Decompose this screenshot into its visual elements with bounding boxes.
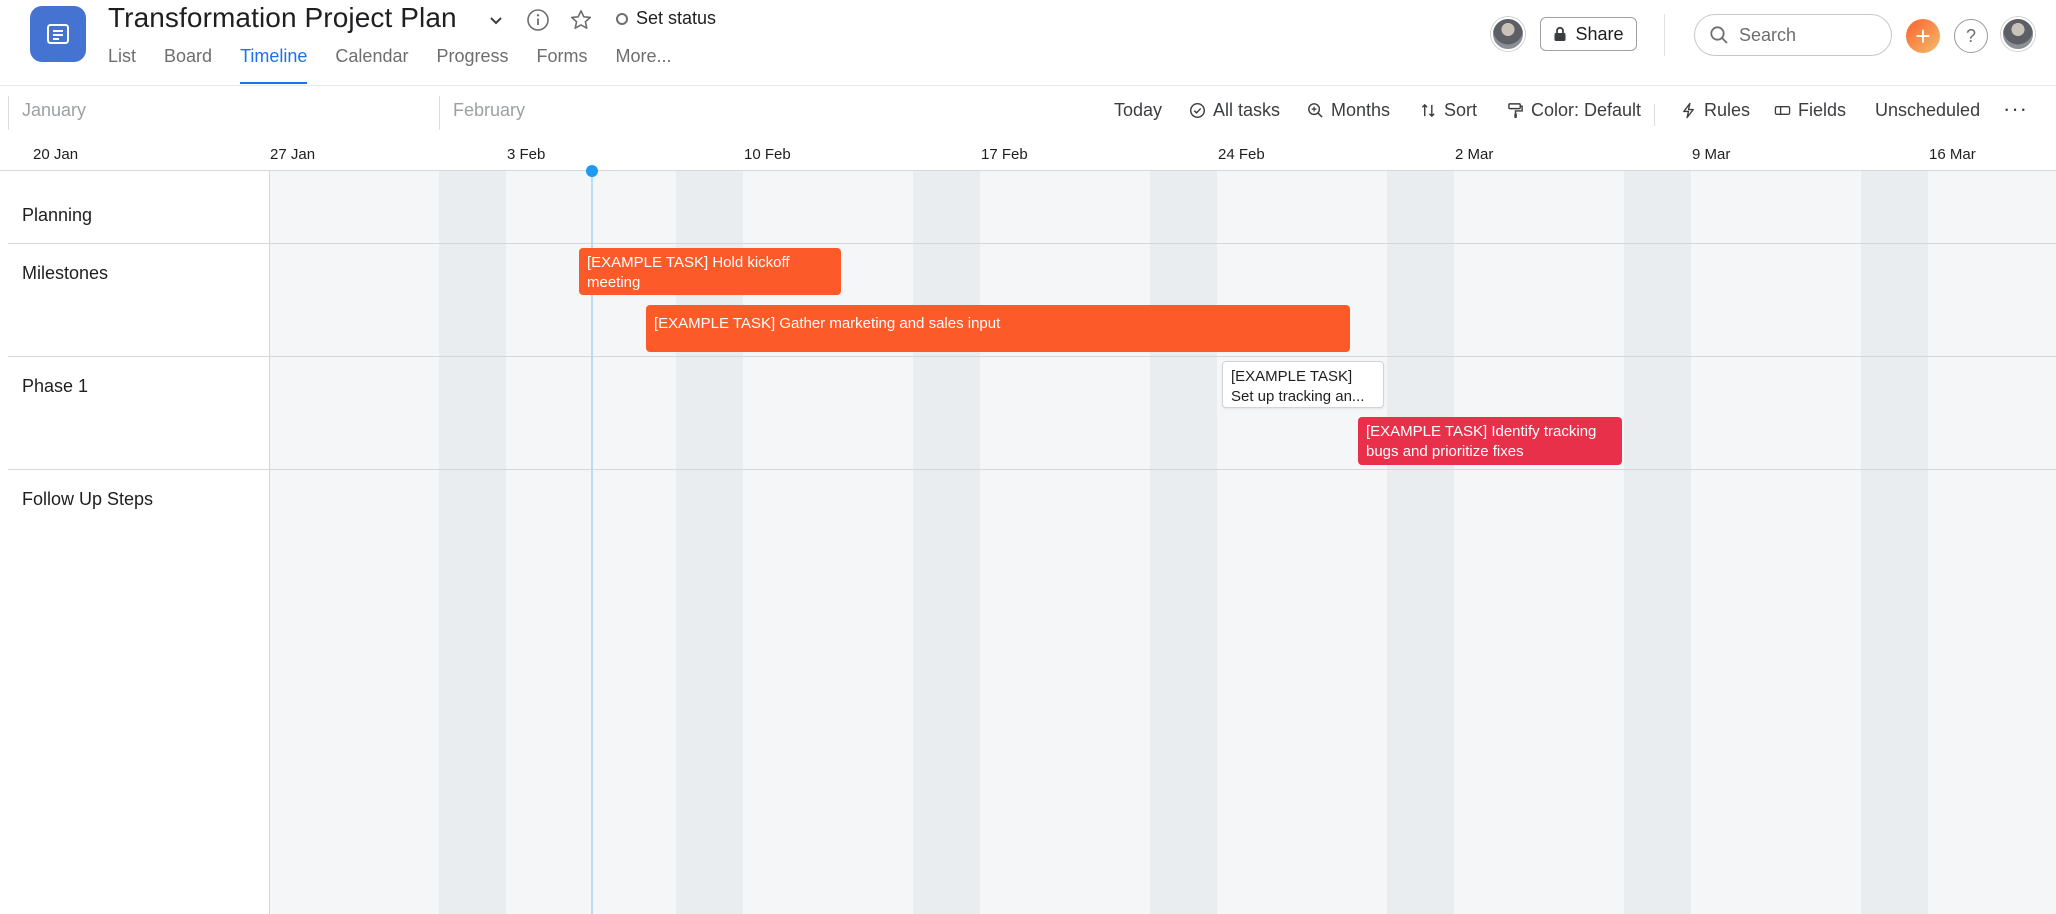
more-options-icon: ··· [2003,96,2028,121]
user-avatar[interactable] [2001,17,2035,51]
task-label-line: [EXAMPLE TASK] [1231,368,1353,385]
task-bar[interactable]: [EXAMPLE TASK] Gather marketing and sale… [646,305,1350,352]
section-label-follow-up-steps[interactable]: Follow Up Steps [22,489,153,510]
all-tasks-label: All tasks [1213,100,1281,120]
section-row-phase-1 [8,357,2056,470]
task-bar[interactable]: [EXAMPLE TASK] Hold kickoff meeting [579,248,841,295]
more-options-button[interactable]: ··· [2003,96,2028,122]
date-label: 9 Mar [1692,146,1731,163]
member-avatar[interactable] [1491,17,1525,51]
fields-button[interactable]: Fields [1774,100,1846,121]
all-tasks-filter[interactable]: All tasks [1189,100,1280,121]
lock-icon [1554,26,1566,41]
lightning-icon [1683,102,1694,119]
sort-icon [1421,103,1435,118]
fields-icon [1774,106,1791,115]
project-header: Transformation Project Plan Set status L… [0,0,2056,86]
status-dot-icon [616,12,628,25]
star-icon[interactable] [567,6,595,34]
task-bar[interactable]: [EXAMPLE TASK] Identify tracking bugs an… [1358,417,1622,465]
timeline-app: Transformation Project Plan Set status L… [0,0,2056,914]
date-label: 3 Feb [507,146,546,163]
unscheduled-label: Unscheduled [1875,100,1981,120]
today-marker [586,165,598,177]
task-label-line: Set up tracking an... [1231,388,1365,405]
sort-label: Sort [1444,100,1478,120]
date-label: 10 Feb [744,146,791,163]
section-label-phase-1[interactable]: Phase 1 [22,376,88,397]
search-input[interactable]: Search [1694,14,1892,56]
zoom-months-button[interactable]: Months [1307,100,1390,121]
list-icon [47,24,69,44]
paint-roller-icon [1508,103,1523,119]
tab-calendar[interactable]: Calendar [335,46,408,84]
project-icon[interactable] [30,6,86,62]
tab-more[interactable]: More... [616,46,672,84]
today-label: Today [1114,100,1163,120]
fields-label: Fields [1798,100,1847,120]
set-status-label: Set status [636,8,717,28]
view-tabs: List Board Timeline Calendar Progress Fo… [108,46,700,84]
info-icon[interactable] [524,6,552,34]
section-label-milestones[interactable]: Milestones [22,263,108,284]
month-label-january: January [22,100,87,120]
check-circle-icon [1189,102,1206,119]
sort-button[interactable]: Sort [1420,100,1477,121]
tab-timeline[interactable]: Timeline [240,46,308,84]
color-label: Color: Default [1531,100,1642,120]
date-label: 24 Feb [1218,146,1265,163]
share-label: Share [1575,23,1624,44]
help-button[interactable]: ? [1954,19,1988,53]
tab-board[interactable]: Board [164,46,212,84]
chevron-down-icon[interactable] [482,6,510,34]
months-label: Months [1331,100,1391,120]
create-plus-button[interactable]: + [1906,19,1940,53]
month-label-february: February [453,100,526,120]
section-label-planning[interactable]: Planning [22,205,92,226]
header-divider [1664,14,1665,56]
task-bar[interactable]: [EXAMPLE TASK] Set up tracking an... [1222,361,1384,408]
tab-forms[interactable]: Forms [537,46,588,84]
date-label: 20 Jan [33,146,79,163]
date-label: 2 Mar [1455,146,1494,163]
project-title[interactable]: Transformation Project Plan [108,2,457,34]
month-divider [8,96,9,130]
unscheduled-button[interactable]: Unscheduled [1875,100,1980,121]
set-status-button[interactable]: Set status [616,8,716,29]
date-label: 16 Mar [1929,146,1976,163]
rules-button[interactable]: Rules [1680,100,1750,121]
search-placeholder: Search [1739,24,1797,45]
date-label: 17 Feb [981,146,1028,163]
section-row-planning [8,171,2056,244]
date-label: 27 Jan [270,146,316,163]
color-button[interactable]: Color: Default [1507,100,1641,121]
timeline-toolbar: January February Today All tasks Months … [0,86,2056,138]
month-divider [439,96,440,130]
search-icon [1710,26,1728,44]
zoom-icon [1308,103,1323,118]
tab-progress[interactable]: Progress [436,46,508,84]
rules-label: Rules [1704,100,1751,120]
date-ruler: 20 Jan 27 Jan 3 Feb 10 Feb 17 Feb 24 Feb… [0,138,2056,171]
tab-list[interactable]: List [108,46,136,84]
toolbar-divider [1654,104,1655,126]
share-button[interactable]: Share [1540,17,1637,51]
today-button[interactable]: Today [1114,100,1162,121]
